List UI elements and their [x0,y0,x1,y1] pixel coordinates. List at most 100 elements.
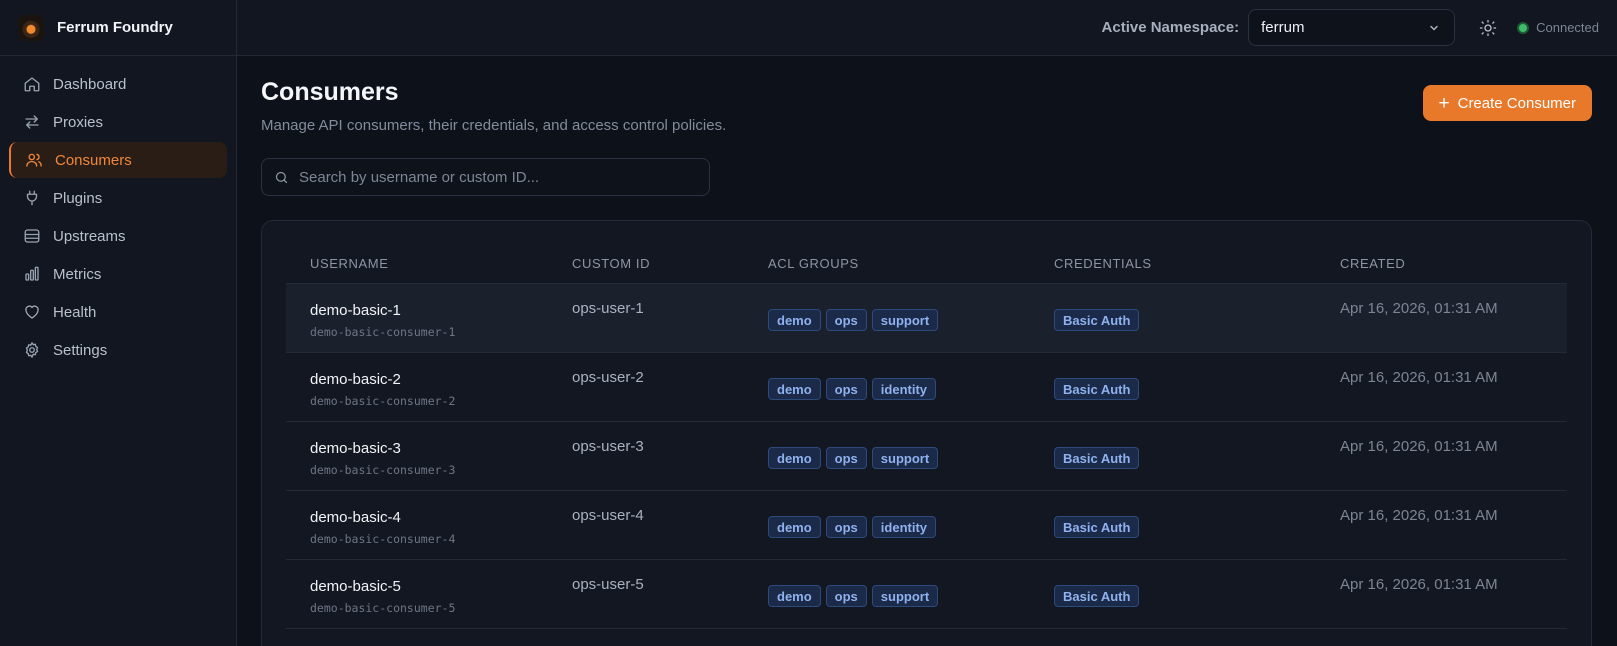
username: demo-basic-5 [310,578,401,595]
gear-icon [25,342,39,358]
cell-username: demo-basic-2 demo-basic-consumer-2 [286,371,572,408]
column-header-credentials[interactable]: CREDENTIALS [1054,256,1340,271]
acl-tags: demo ops support [768,585,1054,607]
created-date: Apr 16, 2026, 01:31 AM [1340,369,1498,386]
brand-name: Ferrum Foundry [57,19,173,36]
acl-tag: support [871,309,939,331]
cell-username: demo-basic-3 demo-basic-consumer-3 [286,440,572,477]
heart-icon [25,305,39,319]
acl-tag: demo [768,309,821,331]
cell-acl-groups: demo ops support [768,578,1054,607]
created-date: Apr 16, 2026, 01:31 AM [1340,507,1498,524]
sidebar-item-label: Consumers [55,151,132,169]
acl-tag: demo [768,447,821,469]
theme-toggle-button[interactable] [1473,13,1503,43]
credential-tags: Basic Auth [1054,585,1340,607]
table-header: USERNAME CUSTOM ID ACL GROUPS CREDENTIAL… [286,244,1567,284]
sidebar-item-settings[interactable]: Settings [9,332,227,368]
sidebar-item-label: Plugins [53,189,103,207]
table-row[interactable]: demo-basic-1 demo-basic-consumer-1 ops-u… [286,284,1567,353]
sidebar-item-label: Settings [53,341,108,359]
acl-tags: demo ops identity [768,516,1054,538]
sidebar-item-plugins[interactable]: Plugins [9,180,227,216]
created-date: Apr 16, 2026, 01:31 AM [1340,576,1498,593]
table-row[interactable]: demo-basic-2 demo-basic-consumer-2 ops-u… [286,353,1567,422]
plugin-icon [26,190,38,206]
acl-tag: ops [825,447,867,469]
main-area: Active Namespace: ferrum Connected Consu… [237,0,1617,646]
username-sub: demo-basic-consumer-1 [310,325,456,339]
cell-created: Apr 16, 2026, 01:31 AM [1340,369,1567,386]
acl-tag: demo [768,516,821,538]
acl-tags: demo ops support [768,447,1054,469]
table-row[interactable]: demo-basic-4 demo-basic-consumer-4 ops-u… [286,491,1567,560]
sidebar-item-consumers[interactable]: Consumers [9,142,227,178]
app-window: Ferrum Foundry Dashboard Proxies Consume… [0,0,1617,646]
column-header-acl-groups[interactable]: ACL GROUPS [768,256,1054,271]
namespace-select[interactable]: ferrum [1248,9,1456,46]
column-header-custom-id[interactable]: CUSTOM ID [572,256,768,271]
sidebar-item-upstreams[interactable]: Upstreams [9,218,227,254]
cell-acl-groups: demo ops identity [768,371,1054,400]
create-consumer-label: Create Consumer [1457,94,1576,112]
username-sub: demo-basic-consumer-5 [310,601,456,615]
namespace-value: ferrum [1261,19,1305,36]
cell-custom-id: ops-user-1 [572,300,768,317]
created-date: Apr 16, 2026, 01:31 AM [1340,438,1498,455]
acl-tag: support [871,585,939,607]
sidebar-item-label: Metrics [53,265,102,283]
credential-tags: Basic Auth [1054,447,1340,469]
custom-id: ops-user-1 [572,300,644,317]
search-box[interactable] [261,158,710,196]
sidebar-item-dashboard[interactable]: Dashboard [9,66,227,102]
custom-id: ops-user-4 [572,507,644,524]
custom-id: ops-user-2 [572,369,644,386]
search-input[interactable] [299,168,699,186]
column-header-username[interactable]: USERNAME [286,256,572,271]
sidebar-item-label: Dashboard [53,75,127,93]
database-icon [24,229,40,243]
created-date: Apr 16, 2026, 01:31 AM [1340,300,1498,317]
username: demo-basic-1 [310,302,401,319]
brand[interactable]: Ferrum Foundry [0,0,236,56]
bar-chart-icon [25,266,39,281]
column-header-created[interactable]: CREATED [1340,256,1567,271]
cell-acl-groups: demo ops identity [768,509,1054,538]
cell-acl-groups: demo ops support [768,440,1054,469]
cell-username: demo-basic-4 demo-basic-consumer-4 [286,509,572,546]
sidebar: Ferrum Foundry Dashboard Proxies Consume… [0,0,237,646]
credential-tags: Basic Auth [1054,378,1340,400]
create-consumer-button[interactable]: + Create Consumer [1422,85,1592,121]
status-text: Connected [1536,20,1599,35]
credential-tag: Basic Auth [1054,378,1140,400]
sidebar-item-metrics[interactable]: Metrics [9,256,227,292]
users-icon [26,153,42,167]
credential-tag: Basic Auth [1054,447,1140,469]
sun-icon [1479,19,1497,36]
connection-status: Connected [1517,20,1599,35]
search-icon [275,171,288,183]
topbar: Active Namespace: ferrum Connected [237,0,1617,56]
cell-credentials: Basic Auth [1054,578,1340,607]
sidebar-item-health[interactable]: Health [9,294,227,330]
cell-credentials: Basic Auth [1054,302,1340,331]
username: demo-basic-3 [310,440,401,457]
brand-logo-icon [18,14,44,41]
acl-tag: identity [871,378,937,400]
acl-tag: identity [871,516,937,538]
acl-tag: demo [768,378,821,400]
sidebar-item-label: Health [53,303,97,321]
acl-tag: ops [825,585,867,607]
namespace-label: Active Namespace: [1101,19,1240,36]
home-icon [24,77,40,92]
sidebar-item-proxies[interactable]: Proxies [9,104,227,140]
table-row[interactable]: demo-basic-3 demo-basic-consumer-3 ops-u… [286,422,1567,491]
username: demo-basic-4 [310,509,401,526]
table-row[interactable]: demo-basic-5 demo-basic-consumer-5 ops-u… [286,560,1567,629]
credential-tag: Basic Auth [1054,309,1140,331]
cell-custom-id: ops-user-3 [572,438,768,455]
status-dot-icon [1517,21,1530,34]
cell-username: demo-basic-1 demo-basic-consumer-1 [286,302,572,339]
plus-icon: + [1438,92,1450,114]
cell-created: Apr 16, 2026, 01:31 AM [1340,300,1567,317]
